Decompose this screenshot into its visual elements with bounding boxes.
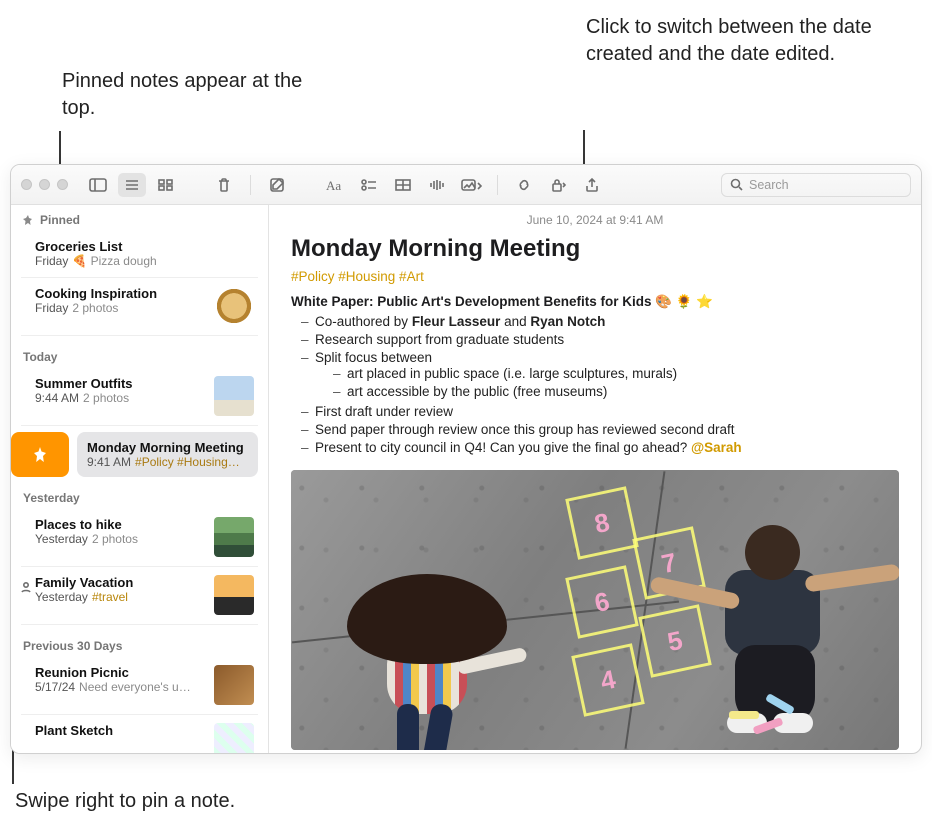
note-title: Family Vacation xyxy=(35,575,206,590)
note-item-meeting-swiped[interactable]: Monday Morning Meeting 9:41 AM#Policy #H… xyxy=(11,432,258,477)
pin-icon xyxy=(23,215,34,226)
note-thumbnail xyxy=(214,376,254,416)
note-title: Plant Sketch xyxy=(35,723,206,738)
note-item-hike[interactable]: Places to hike Yesterday2 photos xyxy=(21,509,258,567)
note-title: Monday Morning Meeting xyxy=(87,440,248,455)
note-title: Cooking Inspiration xyxy=(35,286,206,301)
zoom-dot[interactable] xyxy=(57,179,68,190)
mention-sarah[interactable]: @Sarah xyxy=(691,440,742,455)
note-title: Reunion Picnic xyxy=(35,665,206,680)
note-editor[interactable]: June 10, 2024 at 9:41 AM Monday Morning … xyxy=(269,205,921,753)
note-item-groceries[interactable]: Groceries List Friday🍕 Pizza dough xyxy=(21,231,258,278)
pin-icon xyxy=(31,446,49,464)
callout-text: Click to switch between the date created… xyxy=(586,16,872,65)
note-title: Summer Outfits xyxy=(35,376,206,391)
note-item-plant[interactable]: Plant Sketch xyxy=(21,715,258,753)
lock-button[interactable] xyxy=(544,173,572,197)
section-today: Today xyxy=(11,336,268,368)
note-item-vacation[interactable]: Family Vacation Yesterday#travel xyxy=(21,567,258,625)
audio-button[interactable] xyxy=(423,173,451,197)
note-thumbnail xyxy=(214,575,254,615)
note-hashtags[interactable]: #Policy #Housing #Art xyxy=(291,269,899,284)
page-title: Monday Morning Meeting xyxy=(291,235,899,263)
list-item: First draft under review xyxy=(301,402,899,420)
note-thumbnail xyxy=(214,723,254,753)
format-button[interactable]: Aa xyxy=(321,173,349,197)
svg-text:Aa: Aa xyxy=(326,178,341,192)
list-item: art accessible by the public (free museu… xyxy=(333,383,899,401)
list-item: Co-authored by Fleur Lasseur and Ryan No… xyxy=(301,312,899,330)
note-item-outfits[interactable]: Summer Outfits 9:44 AM2 photos xyxy=(21,368,258,426)
toggle-sidebar-button[interactable] xyxy=(84,173,112,197)
shared-icon xyxy=(19,580,33,594)
note-title: Places to hike xyxy=(35,517,206,532)
list-item: Send paper through review once this grou… xyxy=(301,420,899,438)
search-placeholder: Search xyxy=(749,178,789,192)
callout-date-toggle: Click to switch between the date created… xyxy=(586,14,906,68)
search-field[interactable]: Search xyxy=(721,173,911,197)
list-item: Split focus between art placed in public… xyxy=(301,348,899,402)
table-button[interactable] xyxy=(389,173,417,197)
note-item-cooking[interactable]: Cooking Inspiration Friday2 photos xyxy=(21,278,258,336)
minimize-dot[interactable] xyxy=(39,179,50,190)
link-button[interactable] xyxy=(510,173,538,197)
headline: White Paper: Public Art's Development Be… xyxy=(291,294,899,310)
section-yesterday: Yesterday xyxy=(11,477,268,509)
note-date[interactable]: June 10, 2024 at 9:41 AM xyxy=(269,205,921,231)
list-item: art placed in public space (i.e. large s… xyxy=(333,365,899,383)
media-button[interactable] xyxy=(457,173,485,197)
hopscotch-square: 4 xyxy=(571,643,645,717)
hopscotch-square: 8 xyxy=(565,487,639,561)
compose-button[interactable] xyxy=(263,173,291,197)
delete-button[interactable] xyxy=(210,173,238,197)
checklist-button[interactable] xyxy=(355,173,383,197)
note-title: Groceries List xyxy=(35,239,254,254)
list-item: Present to city council in Q4! Can you g… xyxy=(301,438,899,456)
list-item: Research support from graduate students xyxy=(301,330,899,348)
search-icon xyxy=(730,178,743,191)
notes-list[interactable]: Pinned Groceries List Friday🍕 Pizza doug… xyxy=(11,205,269,753)
notes-window: Aa Search xyxy=(10,164,922,754)
child-figure-right xyxy=(655,515,875,745)
view-gallery-button[interactable] xyxy=(152,173,180,197)
close-dot[interactable] xyxy=(21,179,32,190)
titlebar: Aa Search xyxy=(11,165,921,205)
note-thumbnail xyxy=(214,665,254,705)
bullet-list: Co-authored by Fleur Lasseur and Ryan No… xyxy=(291,312,899,456)
callout-text: Swipe right to pin a note. xyxy=(15,790,235,812)
window-controls[interactable] xyxy=(21,179,68,190)
note-thumbnail xyxy=(214,286,254,326)
note-thumbnail xyxy=(214,517,254,557)
section-pinned: Pinned xyxy=(11,205,268,231)
chalk-icon xyxy=(729,711,759,719)
section-prev30: Previous 30 Days xyxy=(11,625,268,657)
note-attachment-image[interactable]: 8 7 6 5 4 xyxy=(291,470,899,750)
share-button[interactable] xyxy=(578,173,606,197)
callout-swipe-pin: Swipe right to pin a note. xyxy=(15,788,415,815)
pin-action-button[interactable] xyxy=(11,432,69,477)
note-item-meeting[interactable]: Monday Morning Meeting 9:41 AM#Policy #H… xyxy=(77,432,258,477)
child-figure-left xyxy=(327,554,517,750)
hopscotch-square: 6 xyxy=(565,565,639,639)
note-item-reunion[interactable]: Reunion Picnic 5/17/24Need everyone's u… xyxy=(21,657,258,715)
view-list-button[interactable] xyxy=(118,173,146,197)
callout-text: Pinned notes appear at the top. xyxy=(62,70,302,119)
callout-pinned-top: Pinned notes appear at the top. xyxy=(62,68,322,122)
